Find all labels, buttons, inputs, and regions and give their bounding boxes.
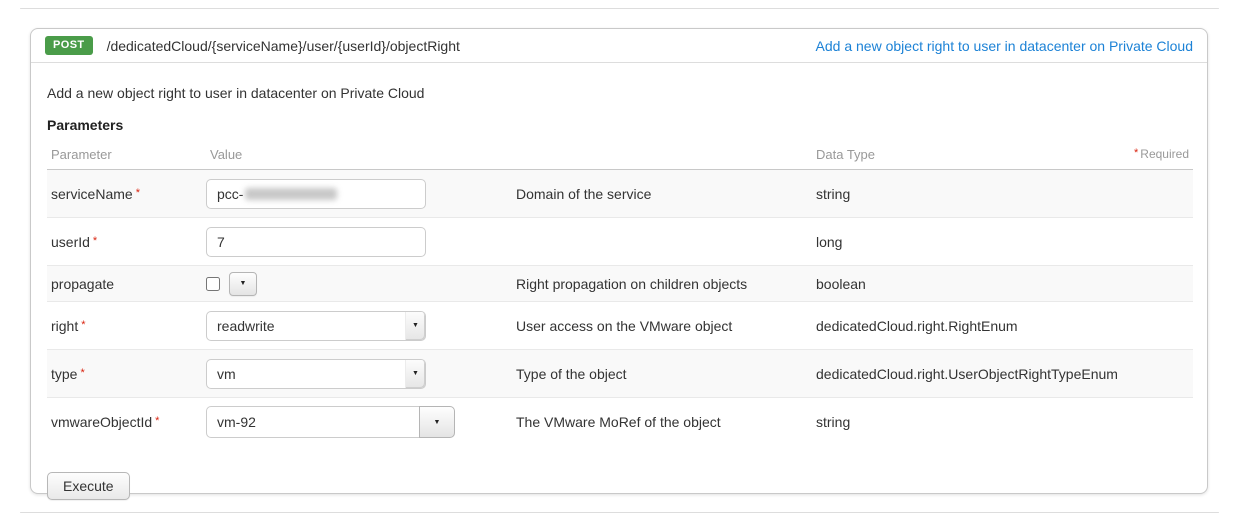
param-description: Domain of the service	[516, 186, 816, 202]
param-data-type: string	[816, 414, 1193, 430]
required-asterisk-icon: *	[93, 235, 97, 247]
param-name: userId*	[47, 234, 206, 250]
propagate-checkbox[interactable]	[206, 277, 220, 291]
col-header-datatype: Data Type	[816, 147, 875, 162]
required-asterisk-icon: *	[1134, 147, 1138, 159]
select-caret-zone: ▼	[405, 360, 425, 388]
previous-card-edge-divider	[20, 8, 1219, 9]
param-name: type*	[47, 366, 206, 382]
param-data-type: boolean	[816, 276, 1193, 292]
caret-down-icon: ▼	[240, 280, 247, 287]
redacted-text-blur	[245, 188, 337, 200]
param-data-type: long	[816, 234, 1193, 250]
propagate-dropdown-button[interactable]: ▼	[229, 272, 257, 296]
right-selected-value: readwrite	[207, 318, 405, 334]
http-method-badge: POST	[45, 36, 93, 55]
param-name: vmwareObjectId*	[47, 414, 206, 430]
serviceName-input[interactable]: pcc-	[206, 179, 426, 209]
required-asterisk-icon: *	[81, 319, 85, 331]
col-header-parameter: Parameter	[47, 147, 206, 162]
vmwareObjectId-dropdown-button[interactable]: ▼	[419, 406, 455, 438]
vmwareObjectId-input[interactable]	[206, 406, 420, 438]
param-description: Right propagation on children objects	[516, 276, 816, 292]
parameters-table: Parameter Value *RequiredData Type servi…	[47, 141, 1193, 446]
api-console-page: POST /dedicatedCloud/{serviceName}/user/…	[0, 0, 1239, 520]
param-row-serviceName: serviceName* pcc- Domain of the service …	[47, 170, 1193, 218]
operation-body: Add a new object right to user in datace…	[31, 63, 1207, 500]
operation-summary-link[interactable]: Add a new object right to user in datace…	[816, 38, 1193, 54]
right-select[interactable]: readwrite ▼	[206, 311, 426, 341]
param-description: The VMware MoRef of the object	[516, 414, 816, 430]
param-row-right: right* readwrite ▼ User access on the VM…	[47, 302, 1193, 350]
endpoint-path: /dedicatedCloud/{serviceName}/user/{user…	[107, 38, 460, 54]
parameters-heading: Parameters	[47, 117, 1191, 133]
operation-description: Add a new object right to user in datace…	[47, 85, 1191, 101]
param-row-vmwareObjectId: vmwareObjectId* ▼ The VMware MoRef of th…	[47, 398, 1193, 446]
param-description: User access on the VMware object	[516, 318, 816, 334]
caret-down-icon: ▼	[412, 322, 419, 329]
param-data-type: dedicatedCloud.right.RightEnum	[816, 318, 1193, 334]
param-row-propagate: propagate ▼ Right propagation on childre…	[47, 266, 1193, 302]
caret-down-icon: ▼	[412, 370, 419, 377]
parameters-table-header: Parameter Value *Required Data Type	[47, 141, 1193, 170]
required-asterisk-icon: *	[136, 187, 140, 199]
param-name: serviceName*	[47, 186, 206, 202]
operation-header[interactable]: POST /dedicatedCloud/{serviceName}/user/…	[31, 29, 1207, 63]
param-name: propagate	[47, 276, 206, 292]
type-select[interactable]: vm ▼	[206, 359, 426, 389]
serviceName-value: pcc-	[217, 186, 243, 202]
userId-input[interactable]	[206, 227, 426, 257]
param-data-type: string	[816, 186, 1193, 202]
operation-card: POST /dedicatedCloud/{serviceName}/user/…	[30, 28, 1208, 494]
caret-down-icon: ▼	[434, 419, 441, 426]
col-header-value: Value	[206, 147, 516, 162]
execute-button[interactable]: Execute	[47, 472, 130, 500]
col-header-required: *Required Data Type	[816, 147, 1193, 162]
param-data-type: dedicatedCloud.right.UserObjectRightType…	[816, 366, 1193, 382]
next-card-edge-divider	[20, 512, 1219, 513]
param-row-userId: userId* long	[47, 218, 1193, 266]
param-row-type: type* vm ▼ Type of the object dedicatedC…	[47, 350, 1193, 398]
select-caret-zone: ▼	[405, 312, 425, 340]
param-name: right*	[47, 318, 206, 334]
required-asterisk-icon: *	[80, 367, 84, 379]
required-asterisk-icon: *	[155, 415, 159, 427]
type-selected-value: vm	[207, 366, 405, 382]
required-note: Required	[1140, 147, 1189, 161]
param-description: Type of the object	[516, 366, 816, 382]
